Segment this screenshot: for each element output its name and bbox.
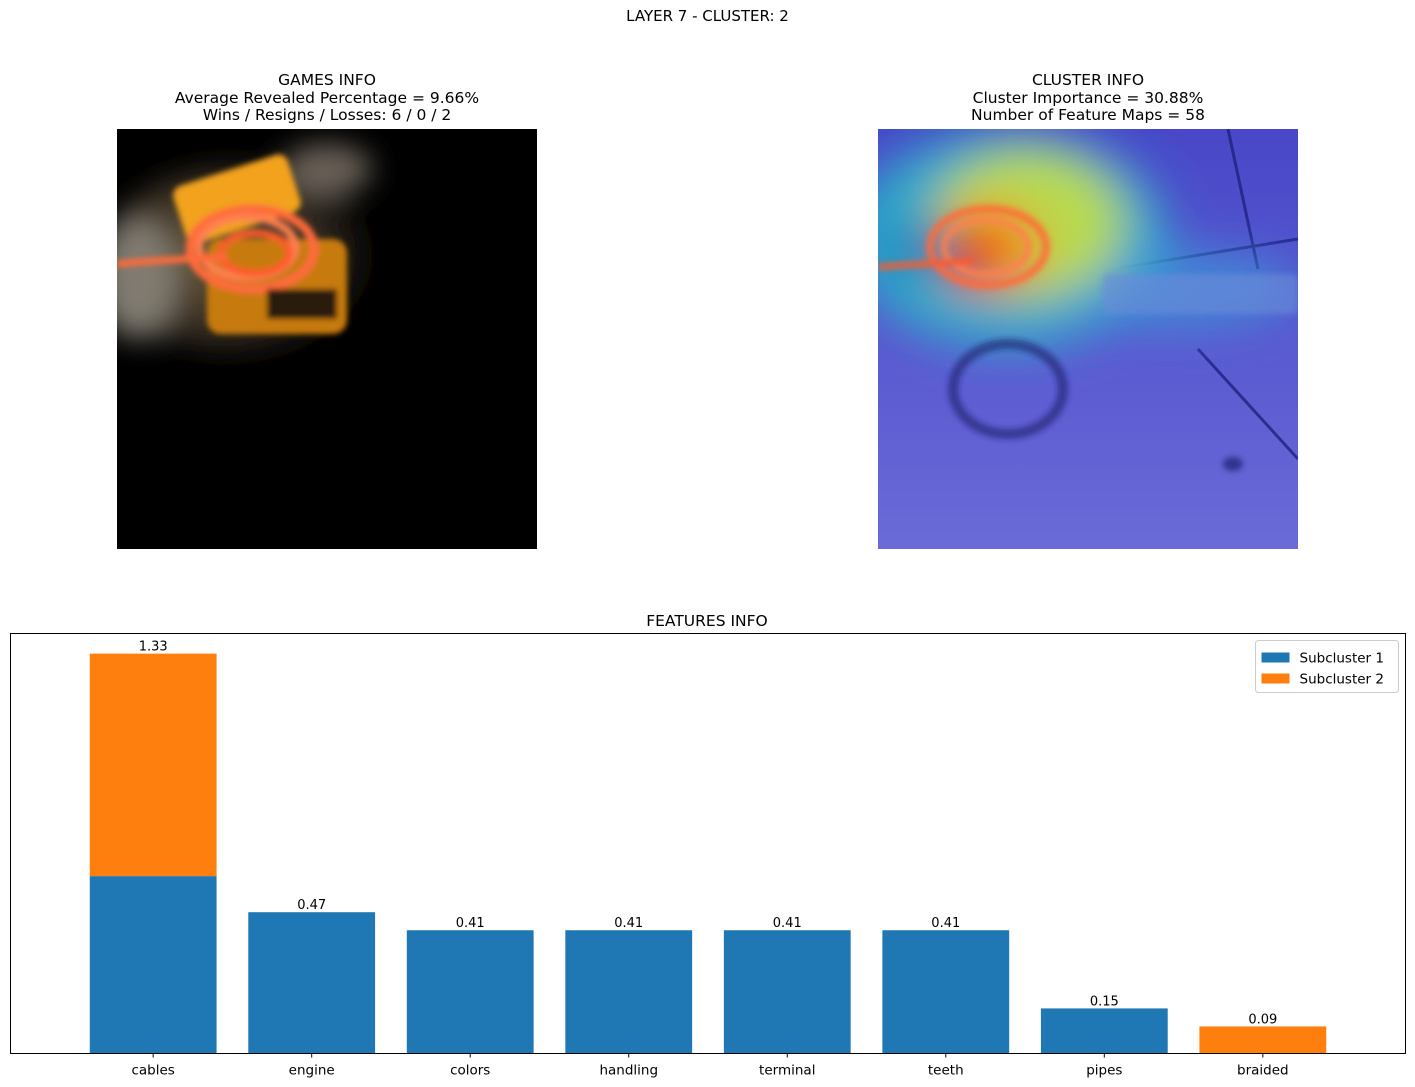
bar-value-label-pipes: 0.15 bbox=[1090, 994, 1119, 1009]
bar-value-label-engine: 0.47 bbox=[297, 898, 326, 913]
x-tick-label-teeth: teeth bbox=[928, 1063, 964, 1079]
bar-terminal-subcluster-1 bbox=[723, 930, 851, 1054]
legend: Subcluster 1 Subcluster 2 bbox=[1255, 640, 1399, 693]
wins-resigns-losses: Wins / Resigns / Losses: 6 / 0 / 2 bbox=[202, 106, 452, 124]
x-tick-label-engine: engine bbox=[289, 1063, 335, 1079]
x-tick-label-cables: cables bbox=[131, 1063, 174, 1079]
bar-handling-subcluster-1 bbox=[565, 930, 693, 1054]
bar-pipes-subcluster-1 bbox=[1040, 1008, 1168, 1054]
x-tick-label-braided: braided bbox=[1237, 1063, 1289, 1079]
bar-value-label-terminal: 0.41 bbox=[773, 916, 802, 931]
legend-label-subcluster-1: Subcluster 1 bbox=[1300, 651, 1385, 667]
plot-area: 1.33 0.47 0.41 0.41 0.41 0.41 0.15 0.09 bbox=[89, 640, 1327, 1054]
legend-label-subcluster-2: Subcluster 2 bbox=[1300, 672, 1385, 688]
features-chart: FEATURES INFO 1.33 0.47 0.41 0.41 0.41 0.41 0.… bbox=[10, 612, 1406, 1079]
bar-teeth-subcluster-1 bbox=[882, 930, 1010, 1054]
bar-colors-subcluster-1 bbox=[406, 930, 534, 1054]
cluster-info-title: CLUSTER INFO bbox=[1031, 71, 1145, 89]
x-tick-label-colors: colors bbox=[450, 1063, 490, 1079]
masked-chainsaw-image bbox=[117, 129, 537, 549]
feature-map-count: Number of Feature Maps = 58 bbox=[971, 106, 1205, 124]
bar-value-label-colors: 0.41 bbox=[456, 916, 485, 931]
cluster-heatmap-image bbox=[878, 129, 1298, 549]
bar-value-label-handling: 0.41 bbox=[614, 916, 643, 931]
bar-value-label-cables: 1.33 bbox=[139, 640, 168, 655]
games-info-title: GAMES INFO bbox=[278, 71, 376, 89]
average-revealed-percentage: Average Revealed Percentage = 9.66% bbox=[174, 88, 480, 107]
legend-swatch-subcluster-1 bbox=[1261, 652, 1290, 663]
cluster-importance: Cluster Importance = 30.88% bbox=[972, 88, 1204, 107]
cluster-info-header: CLUSTER INFO Cluster Importance = 30.88%… bbox=[838, 71, 1338, 125]
games-info-header: GAMES INFO Average Revealed Percentage =… bbox=[77, 71, 577, 125]
x-axis: cables engine colors handling terminal teeth p… bbox=[131, 1053, 1289, 1079]
plot-frame bbox=[10, 633, 1406, 1054]
x-tick-label-pipes: pipes bbox=[1086, 1063, 1122, 1079]
legend-swatch-subcluster-2 bbox=[1261, 673, 1290, 684]
bar-engine-subcluster-1 bbox=[248, 912, 376, 1054]
x-tick-label-terminal: terminal bbox=[759, 1063, 815, 1079]
bar-cables-subcluster-1 bbox=[89, 876, 217, 1054]
x-tick-label-handling: handling bbox=[599, 1063, 658, 1079]
chart-title: FEATURES INFO bbox=[646, 612, 768, 630]
bar-braided-subcluster-2 bbox=[1199, 1026, 1327, 1054]
figure-title: LAYER 7 - CLUSTER: 2 bbox=[626, 7, 789, 25]
bar-value-label-teeth: 0.41 bbox=[931, 916, 960, 931]
bar-value-label-braided: 0.09 bbox=[1248, 1012, 1277, 1027]
bar-cables-subcluster-2 bbox=[89, 653, 217, 877]
